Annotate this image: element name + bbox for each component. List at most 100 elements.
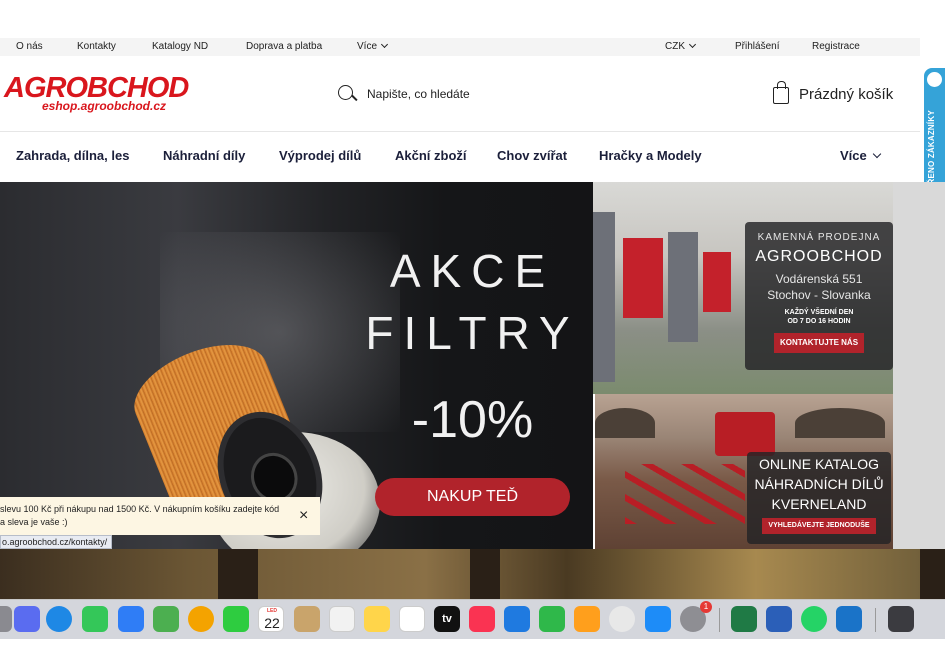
nav-item-nahradni-dily[interactable]: Náhradní díly — [163, 148, 245, 163]
numbers-icon[interactable] — [539, 606, 565, 632]
shopping-bag-icon — [773, 81, 789, 104]
store-info-box: KAMENNÁ PRODEJNA AGROOBCHOD Vodárenská 5… — [745, 222, 893, 370]
site-header: AGROBCHOD eshop.agroobchod.cz Napište, c… — [0, 56, 920, 132]
browser-page: O nás Kontakty Katalogy ND Doprava a pla… — [0, 0, 945, 672]
tree-line — [795, 408, 885, 438]
page-margin — [893, 182, 945, 549]
logo-url: eshop.agroobchod.cz — [42, 99, 167, 113]
link-doprava[interactable]: Doprava a platba — [246, 41, 322, 52]
macos-dock: LED 22 tv 1 — [0, 599, 945, 639]
link-katalogy[interactable]: Katalogy ND — [152, 41, 208, 52]
hero-discount: -10% — [411, 391, 534, 449]
notes-icon[interactable] — [364, 606, 390, 632]
catalog-line-1: ONLINE KATALOG — [758, 456, 880, 472]
search-catalog-button[interactable]: VYHLEDÁVEJTE JEDNODUŠE — [762, 518, 876, 534]
facetime-icon[interactable] — [223, 606, 249, 632]
dock-separator — [875, 608, 876, 632]
maps-icon[interactable] — [153, 606, 179, 632]
tractor-image — [715, 412, 775, 456]
cart-label: Prázdný košík — [799, 86, 894, 103]
chrome-icon[interactable] — [609, 606, 635, 632]
status-bar-url: o.agroobchod.cz/kontakty/ — [0, 535, 113, 549]
freeform-icon[interactable] — [399, 606, 425, 632]
reminders-icon[interactable] — [329, 606, 355, 632]
login-link[interactable]: Přihlášení — [735, 41, 779, 52]
plough-image — [625, 464, 745, 524]
tree-trunk — [218, 549, 258, 599]
main-nav: Zahrada, dílna, les Náhradní díly Výprod… — [0, 132, 920, 182]
whatsapp-icon[interactable] — [801, 606, 827, 632]
tree-line — [595, 408, 655, 438]
cart-button[interactable]: Prázdný košík — [773, 81, 903, 107]
currency-selector[interactable]: CZK — [665, 40, 697, 52]
chevron-down-icon — [380, 40, 389, 49]
app-icon[interactable] — [0, 606, 12, 632]
nav-more-dropdown[interactable]: Více — [840, 148, 881, 163]
top-more-dropdown[interactable]: Více — [357, 40, 389, 52]
word-icon[interactable] — [766, 606, 792, 632]
nav-item-zahrada[interactable]: Zahrada, dílna, les — [16, 148, 129, 163]
messages-icon[interactable] — [82, 606, 108, 632]
catalog-info-box: ONLINE KATALOG NÁHRADNÍCH DÍLŮ KVERNELAN… — [747, 452, 891, 544]
launchpad-icon[interactable] — [14, 606, 40, 632]
link-kontakty[interactable]: Kontakty — [77, 41, 116, 52]
shield-icon — [927, 72, 942, 87]
register-link[interactable]: Registrace — [812, 41, 860, 52]
nav-item-akcni-zbozi[interactable]: Akční zboží — [395, 148, 467, 163]
catalog-line-3: KVERNELAND — [771, 496, 867, 512]
nav-item-hracky[interactable]: Hračky a Modely — [599, 148, 702, 163]
store-hours-1: KAŽDÝ VŠEDNÍ DEN — [784, 309, 854, 316]
tree-trunk — [920, 549, 945, 599]
nav-more-label: Více — [840, 148, 867, 163]
top-utility-bar: O nás Kontakty Katalogy ND Doprava a pla… — [0, 38, 920, 56]
appletv-icon[interactable]: tv — [434, 606, 460, 632]
store-city: Stochov - Slovanka — [767, 288, 871, 302]
shop-now-button[interactable]: NAKUP TEĎ — [375, 478, 570, 516]
top-more-label: Více — [357, 41, 378, 52]
catalog-line-2: NÁHRADNÍCH DÍLŮ — [754, 476, 884, 492]
contact-us-button[interactable]: KONTAKTUJTE NÁS — [773, 333, 865, 353]
chevron-down-icon — [872, 149, 881, 159]
nav-item-chov-zvirat[interactable]: Chov zvířat — [497, 148, 567, 163]
hero-line-2: FILTRY — [365, 307, 580, 359]
safari-icon[interactable] — [46, 606, 72, 632]
store-hours-2: OD 7 DO 16 HODIN — [787, 318, 851, 325]
chevron-down-icon — [688, 40, 697, 49]
link-o-nas[interactable]: O nás — [16, 41, 43, 52]
close-icon[interactable]: × — [299, 508, 308, 524]
outlook-icon[interactable] — [836, 606, 862, 632]
finder-window-icon[interactable] — [888, 606, 914, 632]
music-icon[interactable] — [469, 606, 495, 632]
catalog-banner[interactable]: ONLINE KATALOG NÁHRADNÍCH DÍLŮ KVERNELAN… — [595, 394, 893, 549]
mail-icon[interactable] — [118, 606, 144, 632]
search-bar[interactable]: Napište, co hledáte — [337, 84, 537, 106]
dock-separator — [719, 608, 720, 632]
store-label: KAMENNÁ PRODEJNA — [757, 232, 881, 243]
store-banner[interactable]: KAMENNÁ PRODEJNA AGROOBCHOD Vodárenská 5… — [593, 182, 895, 394]
tree-trunk — [470, 549, 500, 599]
store-street: Vodárenská 551 — [775, 272, 863, 286]
hero-banner[interactable]: AKCE FILTRY -10% NAKUP TEĎ — [0, 182, 593, 549]
shelf — [668, 232, 698, 342]
store-name: AGROOBCHOD — [755, 248, 883, 265]
search-icon — [337, 84, 357, 104]
nav-item-vyprodej[interactable]: Výprodej dílů — [279, 148, 361, 163]
calendar-icon[interactable]: LED 22 — [258, 606, 284, 632]
contacts-icon[interactable] — [294, 606, 320, 632]
hero-line-1: AKCE — [389, 245, 556, 297]
shelf — [623, 238, 663, 318]
keynote-icon[interactable] — [504, 606, 530, 632]
search-placeholder: Napište, co hledáte — [367, 87, 470, 101]
currency-label: CZK — [665, 41, 685, 52]
site-logo[interactable]: AGROBCHOD eshop.agroobchod.cz — [4, 72, 189, 116]
shelf — [593, 212, 615, 382]
appstore-icon[interactable] — [645, 606, 671, 632]
photos-icon[interactable] — [188, 606, 214, 632]
calendar-day: 22 — [264, 615, 280, 631]
pages-icon[interactable] — [574, 606, 600, 632]
promo-toast: slevu 100 Kč při nákupu nad 1500 Kč. V n… — [0, 497, 320, 535]
notification-badge: 1 — [700, 601, 712, 613]
forest-background — [0, 549, 945, 599]
promo-text: slevu 100 Kč při nákupu nad 1500 Kč. V n… — [0, 504, 280, 527]
excel-icon[interactable] — [731, 606, 757, 632]
